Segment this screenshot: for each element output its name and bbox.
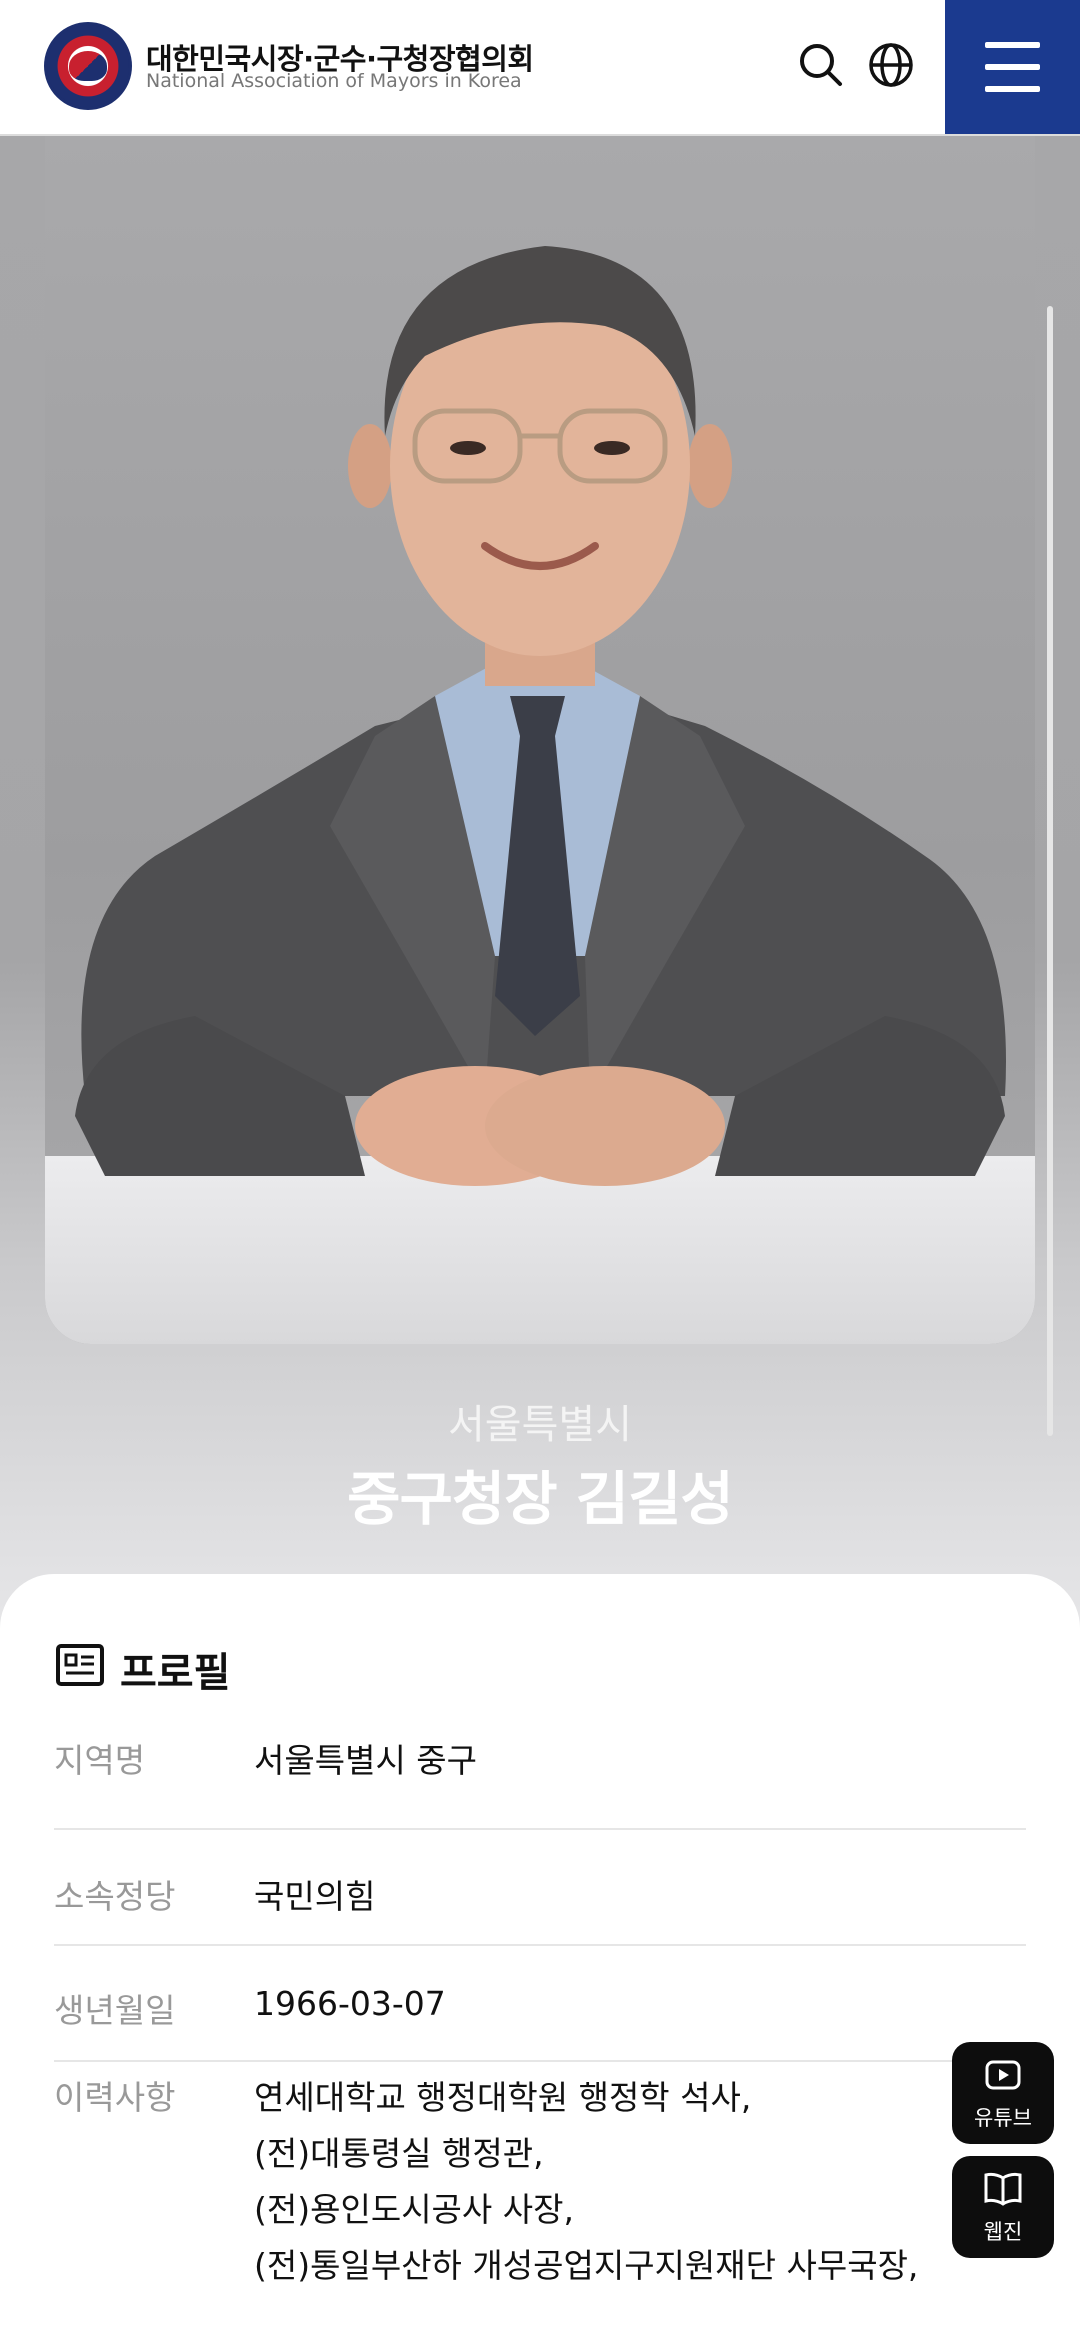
open-book-icon — [984, 2172, 1022, 2206]
id-card-icon — [56, 1644, 104, 1686]
profile-title: 프로필 — [120, 1650, 231, 1696]
search-icon[interactable] — [796, 40, 846, 90]
site-header: 대한민국시장·군수·구청장협의회 National Association of… — [0, 0, 1080, 136]
history-item: (전)용인도시공사 사장, — [254, 2190, 574, 2229]
history-item: 연세대학교 행정대학원 행정학 석사, — [254, 2078, 752, 2117]
mayor-portrait-photo — [45, 136, 1035, 1344]
youtube-button[interactable]: 유튜브 — [952, 2042, 1054, 2144]
party-value: 국민의힘 — [254, 1877, 376, 1916]
profile-card: 프로필 지역명 서울특별시 중구 소속정당 국민의힘 생년월일 1966-03-… — [0, 1574, 1080, 2334]
youtube-play-icon — [985, 2060, 1021, 2090]
globe-icon[interactable] — [866, 40, 916, 90]
hamburger-menu-button[interactable] — [945, 0, 1080, 134]
history-label: 이력사항 — [54, 2078, 176, 2117]
profile-row-party: 소속정당 국민의힘 — [54, 1830, 1026, 1946]
birthdate-value: 1966-03-07 — [254, 1984, 446, 2023]
history-item: (전)대통령실 행정관, — [254, 2134, 544, 2173]
org-name-english[interactable]: National Association of Mayors in Korea — [146, 70, 522, 92]
mayor-region: 서울특별시 — [448, 1402, 632, 1448]
webzine-label: 웹진 — [983, 2220, 1023, 2244]
hero-scrollbar[interactable] — [1047, 306, 1053, 1436]
webzine-button[interactable]: 웹진 — [952, 2156, 1054, 2258]
profile-row-region: 지역명 서울특별시 중구 — [54, 1714, 1026, 1830]
youtube-label: 유튜브 — [974, 2106, 1032, 2130]
association-seal-logo[interactable] — [44, 22, 132, 110]
region-label: 지역명 — [54, 1741, 146, 1780]
profile-row-birthdate: 생년월일 1966-03-07 — [54, 1946, 1026, 2062]
mayor-name: 중구청장 김길성 — [347, 1465, 734, 1533]
party-label: 소속정당 — [54, 1877, 176, 1916]
region-value: 서울특별시 중구 — [254, 1741, 478, 1780]
hamburger-menu-icon — [985, 42, 1040, 48]
birthdate-label: 생년월일 — [54, 1991, 176, 2030]
history-item: (전)통일부산하 개성공업지구지원재단 사무국장, — [254, 2246, 919, 2285]
history-list: 연세대학교 행정대학원 행정학 석사, (전)대통령실 행정관, (전)용인도시… — [254, 2070, 918, 2294]
